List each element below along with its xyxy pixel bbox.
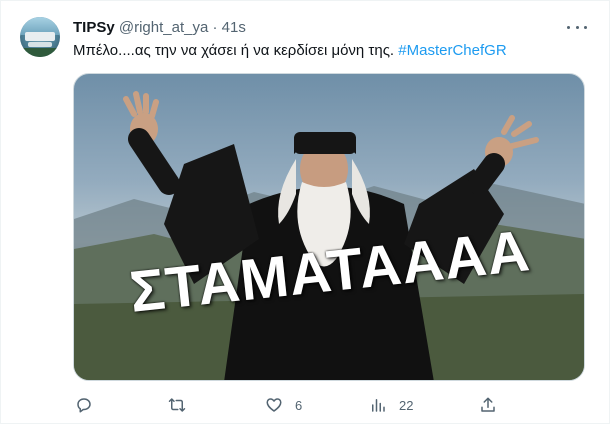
left-forearm [128, 128, 180, 195]
timestamp[interactable]: 41s [222, 19, 246, 36]
reply-icon [77, 398, 91, 413]
avatar-logo-band-2 [28, 42, 52, 47]
more-dot [575, 25, 579, 29]
tweet-media[interactable]: ΣΤΑΜΑΤΑΑΑΑ [73, 73, 585, 381]
hashtag-link[interactable]: #MasterChefGR [398, 42, 506, 59]
views-button[interactable]: 22 [369, 394, 413, 416]
user-handle[interactable]: @right_at_ya [119, 19, 208, 36]
avatar[interactable] [20, 17, 60, 57]
tweet-actions: 6 22 [73, 394, 503, 416]
more-icon[interactable] [567, 20, 587, 34]
tweet-header: TIPSy @right_at_ya · 41s [73, 18, 246, 38]
retweet-button[interactable] [167, 394, 199, 416]
views-icon [372, 399, 385, 412]
like-icon [266, 398, 282, 412]
tweet-text: Μπέλο....ας την να χάσει ή να κερδίσει μ… [73, 41, 507, 61]
reply-button[interactable] [75, 394, 105, 416]
views-count: 22 [399, 397, 414, 413]
right-forearm [468, 153, 505, 195]
like-button[interactable]: 6 [265, 394, 302, 416]
share-button[interactable] [479, 394, 509, 416]
separator-dot: · [212, 19, 218, 36]
avatar-ground [20, 48, 60, 57]
more-dot [584, 25, 587, 29]
tweet-body: Μπέλο....ας την να χάσει ή να κερδίσει μ… [73, 42, 399, 59]
share-icon [481, 397, 495, 412]
hat [294, 132, 356, 154]
tweet-card[interactable]: TIPSy @right_at_ya · 41s Μπέλο....ας την… [0, 0, 610, 424]
more-dot [567, 25, 570, 29]
retweet-icon [168, 398, 186, 412]
display-name[interactable]: TIPSy [73, 19, 115, 36]
avatar-logo-band [25, 32, 55, 41]
like-count: 6 [295, 397, 303, 413]
left-fingers [123, 91, 159, 119]
